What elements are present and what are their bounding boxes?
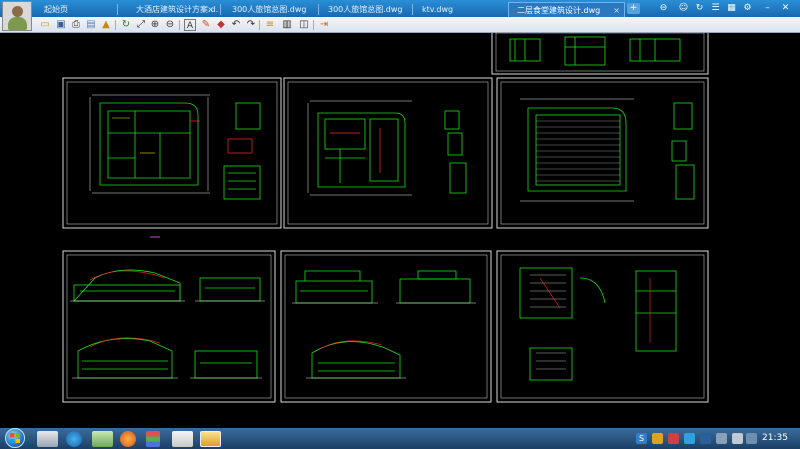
tab-hotel-site-2[interactable]: 300人旅馆总图.dwg <box>320 2 410 17</box>
security-icon[interactable] <box>668 433 679 444</box>
cad-canvas[interactable] <box>0 33 800 428</box>
network-icon[interactable] <box>652 433 663 444</box>
close-tab-icon[interactable]: × <box>613 3 620 17</box>
settings-icon[interactable]: ⚙ <box>742 3 753 14</box>
layers-icon[interactable]: ≡ <box>264 19 276 31</box>
tab-hotel-site-1[interactable]: 300人旅馆总图.dwg <box>224 2 316 17</box>
lock-icon[interactable]: ▲ <box>100 19 112 31</box>
tab-canteen-design[interactable]: 二层食堂建筑设计.dwg × <box>508 2 625 17</box>
battery-icon[interactable] <box>716 433 727 444</box>
new-tab-button[interactable]: + <box>627 3 640 14</box>
open-icon[interactable]: ▭ <box>39 19 51 31</box>
rotate-icon[interactable]: ↻ <box>120 19 132 31</box>
ime-s-icon[interactable]: S <box>636 433 647 444</box>
export-icon[interactable]: ⇥ <box>318 19 330 31</box>
person-icon[interactable]: ☺ <box>678 3 689 14</box>
photos-icon[interactable] <box>92 431 113 447</box>
speaker-icon[interactable] <box>732 433 743 444</box>
cad-app-icon[interactable] <box>200 431 221 447</box>
tab-ktv[interactable]: ktv.dwg <box>414 2 506 17</box>
db-icon[interactable]: ◫ <box>298 19 310 31</box>
save-icon[interactable]: ▣ <box>55 19 67 31</box>
tab-label: 300人旅馆总图.dwg <box>328 5 403 14</box>
start-button[interactable] <box>3 428 27 449</box>
app-window: 起始页 大酒店建筑设计方案.d... × 300人旅馆总图.dwg 300人旅馆总… <box>0 0 800 449</box>
user-app-icon[interactable] <box>172 431 193 447</box>
volume-icon[interactable] <box>684 433 695 444</box>
tab-hotel-design[interactable]: 大酒店建筑设计方案.d... × <box>128 2 218 17</box>
undo-icon[interactable]: ↶ <box>230 19 242 31</box>
pen-icon[interactable]: ✎ <box>200 19 212 31</box>
tab-label: 大酒店建筑设计方案.d... <box>136 5 218 14</box>
toolbar: ▭ ▣ ⎙ ▤ ▲ ↻ ⤢ ⊕ ⊖ A ✎ ◆ ↶ ↷ ≡ ▥ ◫ ⇥ <box>0 17 800 33</box>
clock[interactable]: 21:35 <box>762 433 788 443</box>
layout-icon[interactable]: ▥ <box>281 19 293 31</box>
stack-app-icon[interactable] <box>146 431 160 447</box>
tab-start-page[interactable]: 起始页 <box>36 2 114 17</box>
minimize-icon[interactable]: – <box>762 3 773 14</box>
explorer-icon[interactable] <box>37 431 58 447</box>
tab-label: 起始页 <box>44 5 68 14</box>
flag-icon[interactable] <box>700 433 711 444</box>
browser-icon[interactable] <box>66 431 82 447</box>
zoom-in-icon[interactable]: ⊕ <box>149 19 161 31</box>
drawing-svg <box>62 33 709 403</box>
user-avatar[interactable] <box>2 1 32 31</box>
close-tab-icon[interactable]: × <box>207 2 214 17</box>
refresh-icon[interactable]: ↻ <box>694 3 705 14</box>
close-icon[interactable]: ✕ <box>780 3 791 14</box>
minus-circle-icon[interactable]: ⊖ <box>658 3 669 14</box>
firefox-icon[interactable] <box>120 431 136 447</box>
print-icon[interactable]: ⎙ <box>70 19 82 31</box>
tab-label: 300人旅馆总图.dwg <box>232 5 307 14</box>
eraser-icon[interactable]: ◆ <box>215 19 227 31</box>
tab-label: 二层食堂建筑设计.dwg <box>517 6 601 15</box>
text-icon[interactable]: A <box>184 19 196 31</box>
zoom-out-icon[interactable]: ⊖ <box>164 19 176 31</box>
grid-icon[interactable]: ▦ <box>726 3 737 14</box>
print-preview-icon[interactable]: ▤ <box>85 19 97 31</box>
show-hidden-icon[interactable] <box>746 433 757 444</box>
zoom-extents-icon[interactable]: ⤢ <box>135 19 147 31</box>
redo-icon[interactable]: ↷ <box>245 19 257 31</box>
tab-label: ktv.dwg <box>422 5 454 14</box>
list-icon[interactable]: ☰ <box>710 3 721 14</box>
